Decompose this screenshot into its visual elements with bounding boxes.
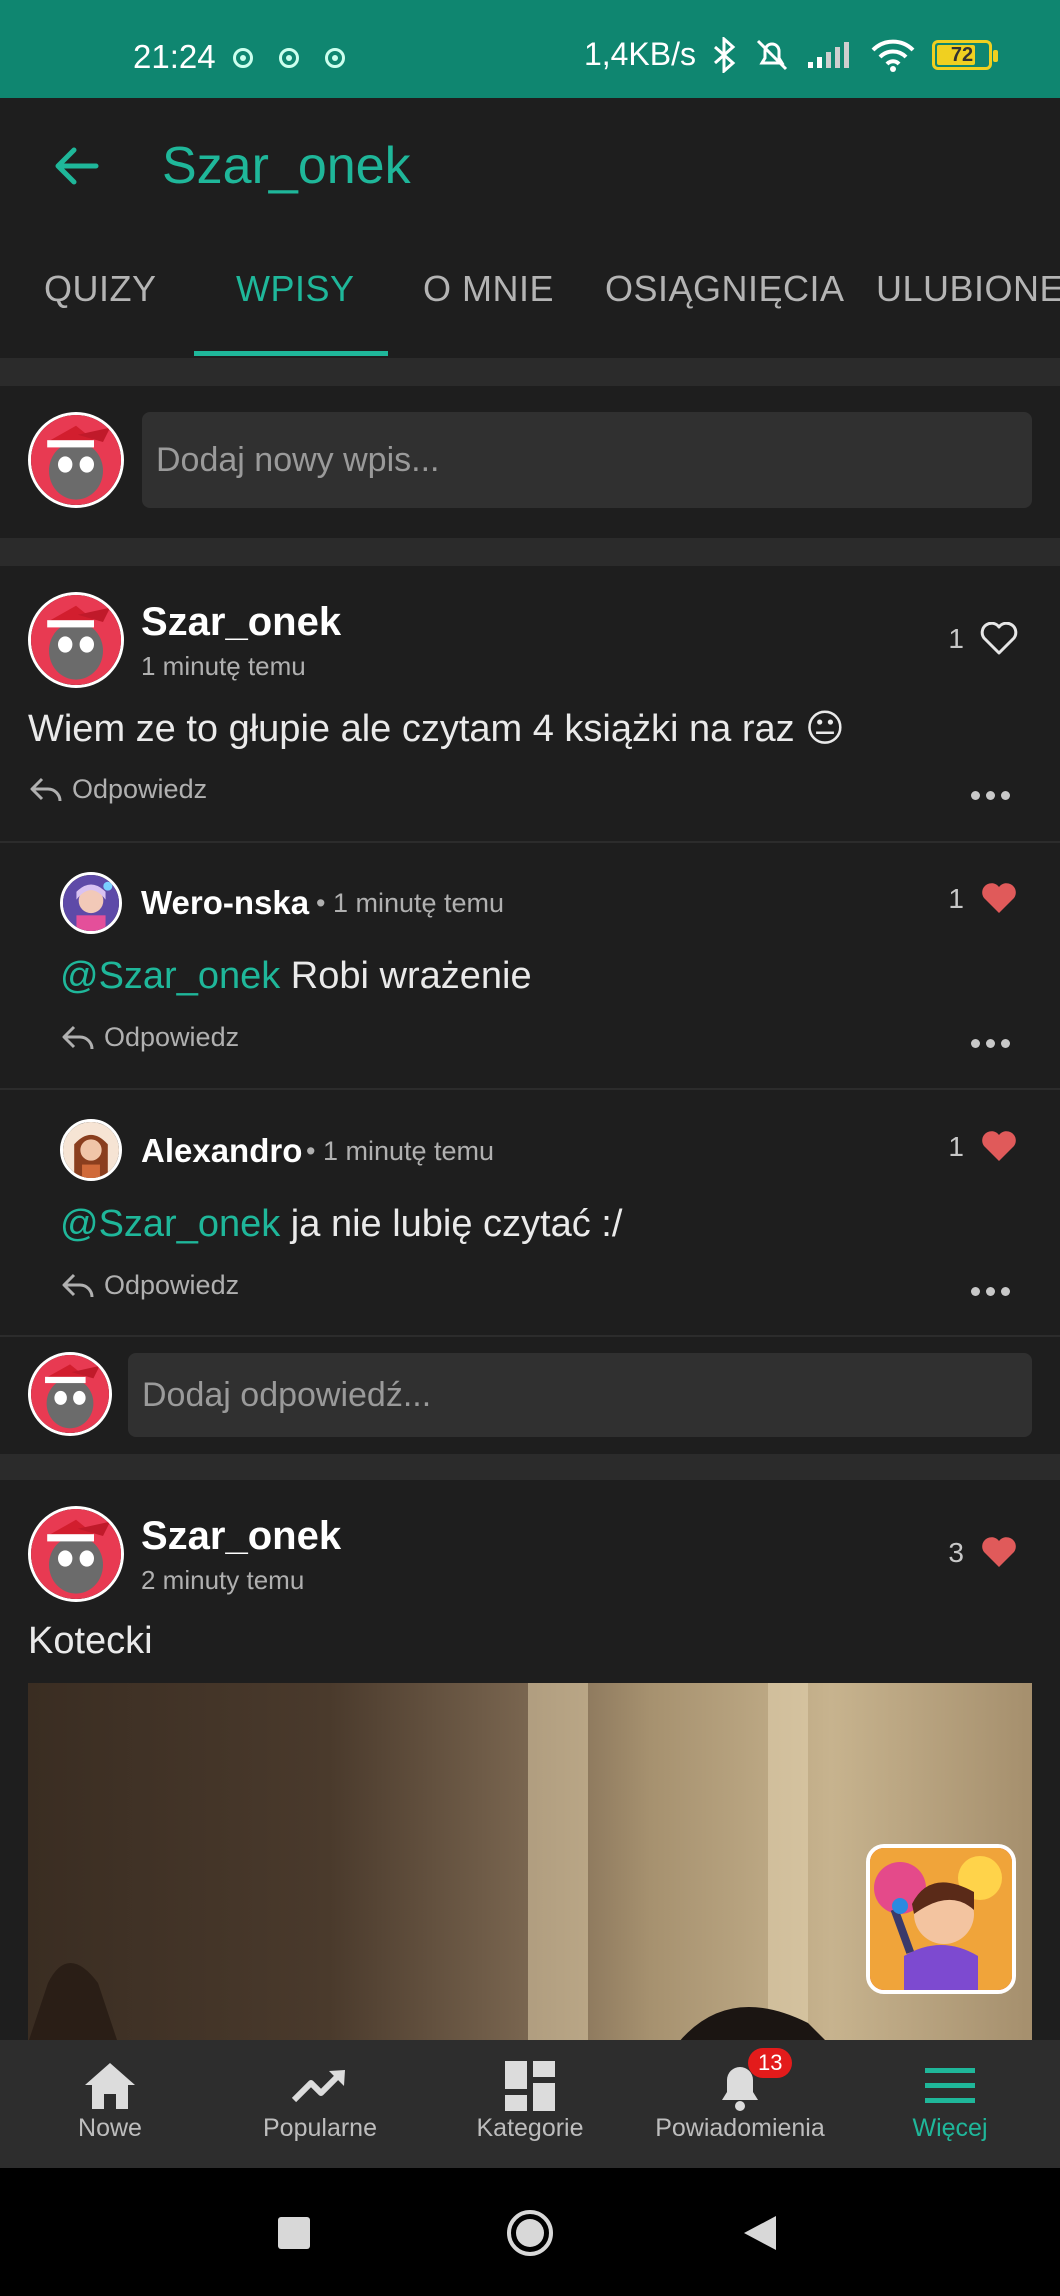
new-post-composer: Dodaj nowy wpis... <box>0 386 1060 538</box>
divider <box>0 841 1060 843</box>
post-author[interactable]: Szar_onek <box>141 600 341 645</box>
reply-icon <box>62 1025 94 1049</box>
divider <box>0 538 1060 566</box>
mention-link[interactable]: @Szar_onek <box>60 1203 280 1245</box>
like-count: 1 <box>948 1131 964 1162</box>
reply-button[interactable]: Odpowiedz <box>62 1270 239 1301</box>
mention-link[interactable]: @Szar_onek <box>60 955 280 997</box>
like-control[interactable]: 3 <box>948 1536 1018 1570</box>
nav-popularne[interactable]: Popularne <box>220 2058 420 2143</box>
comment-author[interactable]: Alexandro <box>141 1132 302 1170</box>
post-card: Szar_onek 1 minutę temu 1 Wiem ze to głu… <box>0 566 1060 1454</box>
avatar <box>28 1352 112 1436</box>
notification-badge: 13 <box>748 2048 793 2078</box>
comment-text: @Szar_onek Robi wrażenie <box>60 955 532 997</box>
menu-icon <box>925 2068 975 2103</box>
tab-osiagniecia[interactable]: OSIĄGNIĘCIA <box>605 268 845 310</box>
mute-bell-icon <box>756 39 788 70</box>
home-icon <box>85 2063 135 2109</box>
notification-icon <box>279 48 299 68</box>
trending-icon <box>291 2070 345 2103</box>
reply-button[interactable]: Odpowiedz <box>62 1022 239 1053</box>
profile-tabs: QUIZY WPISY O MNIE OSIĄGNIĘCIA ULUBIONE <box>0 228 1060 358</box>
post-time: 1 minutę temu <box>141 651 306 681</box>
comment-author[interactable]: Wero-nska <box>141 884 309 922</box>
comment-time: • 1 minutę temu <box>316 888 505 918</box>
comment-text: @Szar_onek ja nie lubię czytać :/ <box>60 1203 623 1245</box>
tab-ulubione[interactable]: ULUBIONE <box>876 268 1060 310</box>
like-control[interactable]: 1 <box>948 622 1018 656</box>
heart-filled-icon[interactable] <box>980 882 1018 916</box>
avatar[interactable] <box>28 592 124 688</box>
bluetooth-icon <box>714 36 736 73</box>
like-control[interactable]: 1 <box>948 882 1018 916</box>
more-options-icon[interactable] <box>971 1287 1010 1296</box>
heart-outline-icon[interactable] <box>980 622 1018 656</box>
status-time: 21:24 <box>133 38 216 75</box>
back-arrow-icon[interactable] <box>50 140 102 192</box>
status-bar: 21:24 1,4KB/s 72 <box>0 0 1060 98</box>
floating-game-button[interactable] <box>866 1844 1016 1994</box>
system-navigation-bar <box>0 2168 1060 2296</box>
tab-o-mnie[interactable]: O MNIE <box>423 268 554 310</box>
app-header: Szar_onek <box>0 98 1060 228</box>
new-post-input[interactable]: Dodaj nowy wpis... <box>142 412 1032 508</box>
tab-wpisy[interactable]: WPISY <box>236 268 355 310</box>
heart-filled-icon[interactable] <box>980 1130 1018 1164</box>
comment-time: • 1 minutę temu <box>306 1136 495 1166</box>
commenter-avatar[interactable] <box>60 872 122 934</box>
heart-filled-icon[interactable] <box>980 1536 1018 1570</box>
page-title: Szar_onek <box>162 137 411 195</box>
like-count: 1 <box>948 623 964 654</box>
recents-icon[interactable] <box>277 2216 311 2250</box>
divider <box>0 1088 1060 1090</box>
post-text: Wiem ze to głupie ale czytam 4 książki n… <box>28 708 845 750</box>
back-triangle-icon[interactable] <box>742 2214 778 2252</box>
like-count: 3 <box>948 1537 964 1568</box>
like-control[interactable]: 1 <box>948 1130 1018 1164</box>
more-options-icon[interactable] <box>971 1039 1010 1048</box>
status-notification-icons <box>233 48 345 68</box>
reply-input[interactable]: Dodaj odpowiedź... <box>128 1353 1032 1437</box>
tab-quizy[interactable]: QUIZY <box>44 268 157 310</box>
battery-icon: 72 <box>932 39 998 70</box>
reply-icon <box>62 1273 94 1297</box>
nav-nowe[interactable]: Nowe <box>10 2058 210 2143</box>
notification-icon <box>325 48 345 68</box>
nav-wiecej[interactable]: Więcej <box>850 2058 1050 2143</box>
active-tab-indicator <box>194 351 388 356</box>
like-count: 1 <box>948 883 964 914</box>
avatar[interactable] <box>28 1506 124 1602</box>
divider <box>0 358 1060 386</box>
divider <box>0 1335 1060 1337</box>
avatar <box>28 412 124 508</box>
signal-icon <box>808 41 849 68</box>
divider <box>0 1454 1060 1480</box>
more-options-icon[interactable] <box>971 791 1010 800</box>
network-speed: 1,4KB/s <box>583 36 696 72</box>
wifi-icon <box>871 39 915 72</box>
bottom-navigation: Nowe Popularne Kategorie 13 Powiadomieni… <box>0 2040 1060 2168</box>
commenter-avatar[interactable] <box>60 1119 122 1181</box>
nav-kategorie[interactable]: Kategorie <box>430 2058 630 2143</box>
grid-icon <box>505 2061 555 2111</box>
post-text: Kotecki <box>28 1620 153 1662</box>
notification-icon <box>233 48 253 68</box>
reply-button[interactable]: Odpowiedz <box>30 774 207 805</box>
post-time: 2 minuty temu <box>141 1565 305 1595</box>
nav-powiadomienia[interactable]: 13 Powiadomienia <box>640 2048 840 2143</box>
reply-icon <box>30 777 62 801</box>
home-circle-icon[interactable] <box>505 2208 555 2258</box>
post-author[interactable]: Szar_onek <box>141 1514 341 1559</box>
